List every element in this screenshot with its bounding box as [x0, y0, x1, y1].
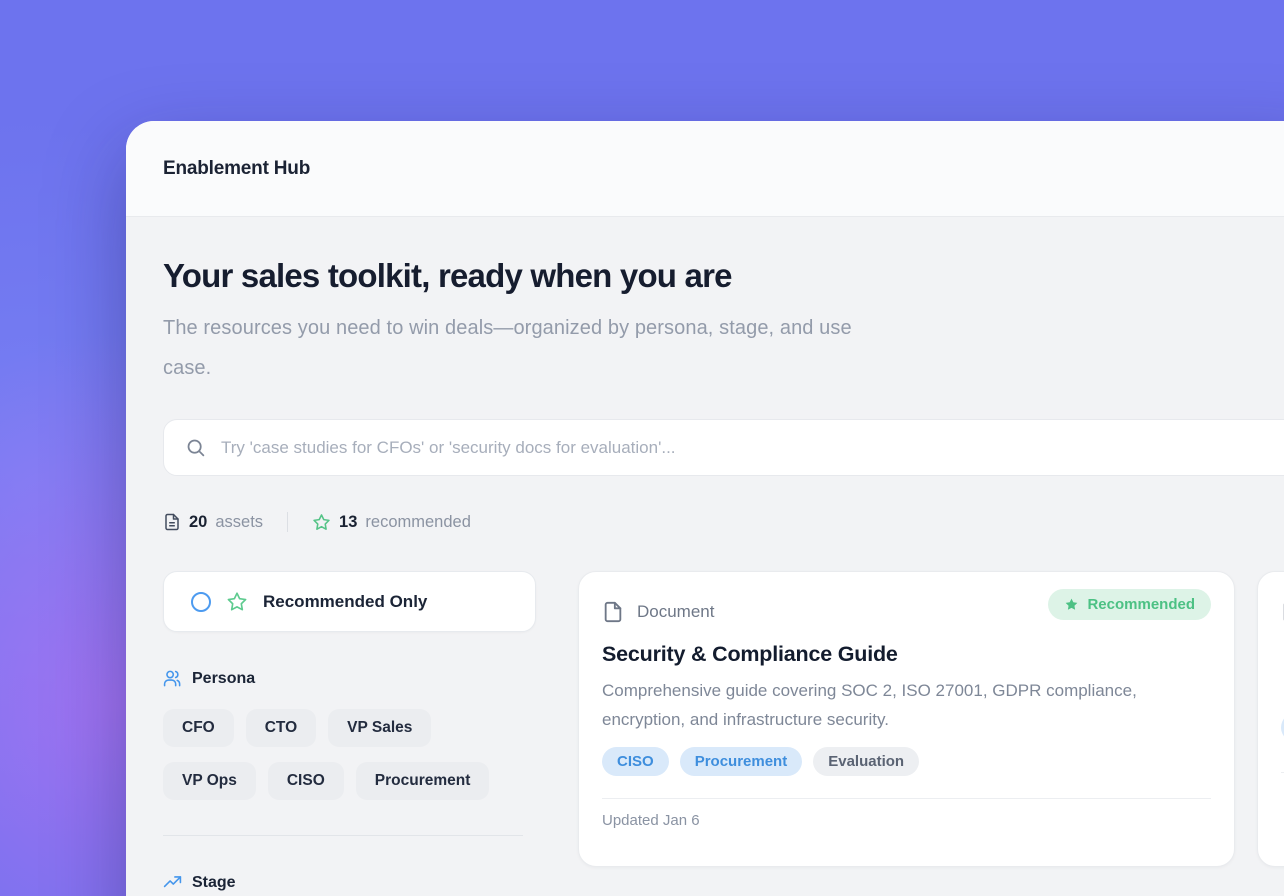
recommended-badge: Recommended: [1048, 589, 1211, 620]
recommended-label: recommended: [365, 513, 470, 532]
recommended-badge-label: Recommended: [1087, 596, 1195, 613]
search-input[interactable]: [221, 438, 1284, 458]
recommended-only-label: Recommended Only: [263, 592, 427, 612]
search-bar[interactable]: [163, 419, 1284, 476]
persona-chip-vp-ops[interactable]: VP Ops: [163, 762, 256, 800]
sidebar-divider: [163, 835, 523, 836]
recommended-count: 13: [339, 513, 357, 532]
search-icon: [185, 437, 206, 458]
recommended-only-toggle[interactable]: Recommended Only: [163, 571, 536, 632]
tag-evaluation: Evaluation: [813, 747, 919, 776]
persona-chip-procurement[interactable]: Procurement: [356, 762, 490, 800]
card-description: Comprehensive guide covering SOC 2, ISO …: [602, 676, 1202, 734]
trending-up-icon: [163, 873, 182, 892]
persona-label: Persona: [192, 670, 255, 688]
persona-section-header: Persona: [163, 669, 536, 688]
stage-section-header: Stage: [163, 873, 536, 892]
card-tags: CISO Procurement Evaluation: [602, 747, 1211, 776]
asset-card-partial[interactable]: [1257, 571, 1284, 867]
file-text-icon: [163, 513, 181, 531]
page-subtitle: The resources you need to win deals—orga…: [163, 308, 853, 388]
panel-body: Your sales toolkit, ready when you are T…: [126, 257, 1284, 892]
stats-divider: [287, 512, 288, 532]
app-background: Enablement Hub Your sales toolkit, ready…: [0, 0, 1284, 896]
asset-card-security-compliance[interactable]: Document Recommended Security & Complian…: [578, 571, 1235, 867]
panel-header: Enablement Hub: [126, 121, 1284, 217]
star-icon: [312, 513, 331, 532]
assets-label: assets: [215, 513, 263, 532]
users-icon: [163, 669, 182, 688]
tag-ciso: CISO: [602, 747, 669, 776]
document-icon: [602, 601, 624, 623]
card-updated: Updated Jan 6: [602, 799, 1211, 842]
assets-count: 20: [189, 513, 207, 532]
persona-chip-vp-sales[interactable]: VP Sales: [328, 709, 431, 747]
persona-chips: CFO CTO VP Sales VP Ops CISO Procurement: [163, 709, 536, 800]
card-title: Security & Compliance Guide: [602, 642, 1211, 667]
filters-sidebar: Recommended Only Persona CFO CTO VP Sale…: [163, 571, 536, 892]
asset-cards: Document Recommended Security & Complian…: [578, 571, 1284, 892]
stats-row: 20 assets 13 recommended: [163, 510, 1284, 534]
persona-chip-cfo[interactable]: CFO: [163, 709, 234, 747]
star-filled-icon: [1064, 597, 1079, 612]
page-title: Your sales toolkit, ready when you are: [163, 257, 1284, 295]
stage-label: Stage: [192, 874, 236, 892]
card-type-label: Document: [637, 602, 714, 622]
app-title: Enablement Hub: [163, 158, 310, 180]
persona-chip-ciso[interactable]: CISO: [268, 762, 344, 800]
radio-circle-icon[interactable]: [191, 592, 211, 612]
main-panel: Enablement Hub Your sales toolkit, ready…: [126, 121, 1284, 896]
persona-chip-cto[interactable]: CTO: [246, 709, 316, 747]
star-icon: [226, 591, 248, 613]
assets-stat: 20 assets: [163, 513, 263, 532]
recommended-stat: 13 recommended: [312, 513, 471, 532]
content-columns: Recommended Only Persona CFO CTO VP Sale…: [163, 571, 1284, 892]
tag-procurement: Procurement: [680, 747, 803, 776]
